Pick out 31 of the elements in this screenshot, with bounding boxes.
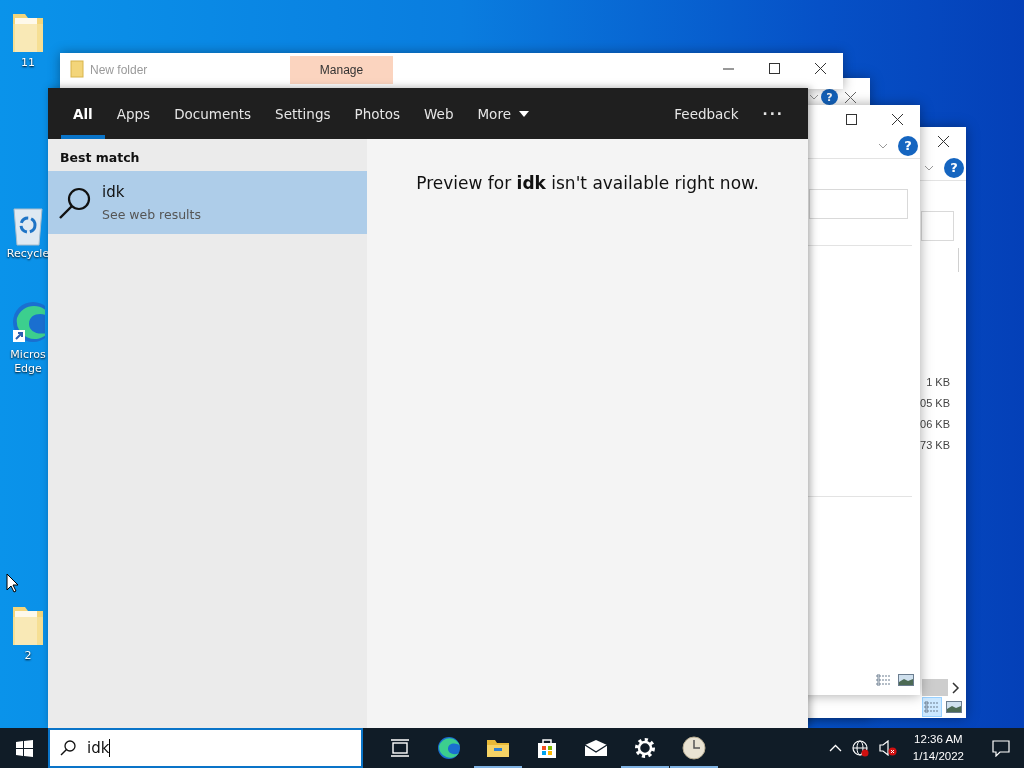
file-size: 05 KB [920,396,950,411]
search-query: idk [87,739,110,757]
clock-date[interactable]: 1/14/2022 [912,748,964,765]
help-button[interactable]: ? [898,135,918,156]
filter-tab[interactable]: Apps [104,88,163,139]
help-button[interactable]: ? [821,89,838,105]
more-dropdown[interactable]: More [465,88,541,139]
icon-label: Edge [14,362,42,376]
icon-label: 2 [24,649,32,663]
search-field[interactable]: idk [48,728,363,768]
window-title: New folder [90,62,149,79]
filter-tab[interactable]: Documents [162,88,264,139]
icon-label: 11 [21,56,35,70]
filter-tab[interactable]: Photos [342,88,413,139]
help-button[interactable]: ? [944,157,964,178]
file-size: 1 KB [926,375,950,390]
file-size: 06 KB [920,417,950,432]
filter-tab[interactable]: Web [412,88,466,139]
clock-time[interactable]: 12:36 AM [912,731,964,748]
preview-message: Preview for idk isn't available right now. [416,173,759,193]
feedback-button[interactable]: Feedback [662,88,751,139]
search-result[interactable]: idk See web results [48,171,367,234]
icon-label: Recycle [6,247,50,261]
ribbon-tab[interactable]: Manage [290,56,393,84]
icon-label: Micros [10,348,46,362]
filter-tab[interactable]: Settings [263,88,343,139]
result-title: idk [102,183,126,201]
result-subtitle: See web results [102,207,201,222]
section-heading: Best match [59,149,141,167]
more-options-button[interactable]: ··· [750,88,796,139]
file-size: 73 KB [920,438,950,453]
